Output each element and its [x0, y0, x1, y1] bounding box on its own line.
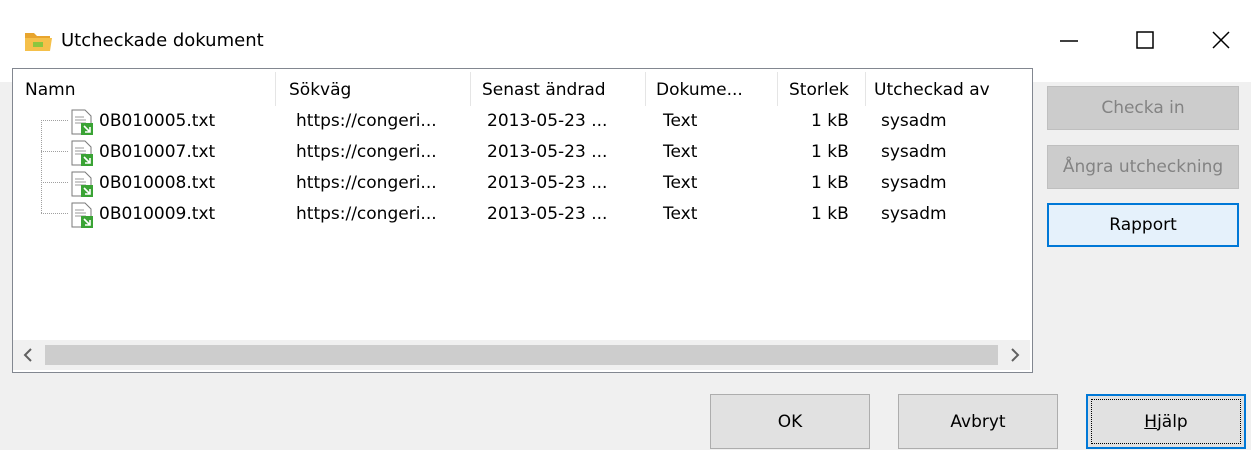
minimize-icon — [1060, 40, 1078, 42]
column-header-path[interactable]: Sökväg — [289, 79, 351, 101]
table-row[interactable]: 0B010005.txt https://congeri... 2013-05-… — [13, 106, 1032, 137]
scroll-left-button[interactable] — [13, 340, 43, 370]
report-label: Rapport — [1109, 215, 1177, 235]
undo-checkout-label: Ångra utcheckning — [1062, 157, 1224, 177]
text-document-icon — [71, 202, 93, 228]
cell-checked-out-by: sysadm — [881, 142, 947, 162]
table-row[interactable]: 0B010009.txt https://congeri... 2013-05-… — [13, 199, 1032, 230]
tree-connector — [41, 120, 68, 121]
cell-modified: 2013-05-23 ... — [487, 204, 608, 224]
cell-checked-out-by: sysadm — [881, 204, 947, 224]
text-document-icon — [71, 109, 93, 135]
cell-size: 1 kB — [811, 142, 849, 162]
cell-name: 0B010009.txt — [99, 204, 216, 224]
cell-type: Text — [663, 204, 698, 224]
minimize-button[interactable] — [1040, 14, 1098, 66]
column-header-modified[interactable]: Senast ändrad — [482, 79, 606, 101]
column-separator[interactable] — [777, 72, 778, 106]
cell-type: Text — [663, 173, 698, 193]
cell-name: 0B010008.txt — [99, 173, 216, 193]
column-separator[interactable] — [470, 72, 471, 106]
scroll-right-button[interactable] — [1000, 340, 1030, 370]
cell-modified: 2013-05-23 ... — [487, 142, 608, 162]
cancel-label: Avbryt — [950, 411, 1006, 432]
cell-name: 0B010005.txt — [99, 111, 216, 131]
cell-checked-out-by: sysadm — [881, 173, 947, 193]
tree-connector — [41, 182, 68, 183]
cell-path: https://congeri... — [296, 204, 437, 224]
chevron-right-icon — [1011, 348, 1020, 362]
close-button[interactable] — [1192, 14, 1250, 66]
chevron-left-icon — [23, 348, 32, 362]
dialog-window: Utcheckade dokument Namn Sökväg Senast ä… — [0, 0, 1251, 450]
close-icon — [1212, 31, 1230, 49]
column-separator[interactable] — [645, 72, 646, 106]
column-header-checked-out-by[interactable]: Utcheckad av — [874, 79, 990, 101]
table-row[interactable]: 0B010008.txt https://congeri... 2013-05-… — [13, 168, 1032, 199]
report-button[interactable]: Rapport — [1047, 203, 1239, 247]
column-header-size[interactable]: Storlek — [789, 79, 849, 101]
tree-connector — [41, 213, 68, 214]
cell-checked-out-by: sysadm — [881, 111, 947, 131]
maximize-icon — [1136, 31, 1154, 49]
window-title: Utcheckade dokument — [61, 30, 264, 51]
ok-label: OK — [777, 411, 803, 432]
cell-path: https://congeri... — [296, 111, 437, 131]
cell-modified: 2013-05-23 ... — [487, 111, 608, 131]
ok-button[interactable]: OK — [710, 394, 870, 449]
cancel-button[interactable]: Avbryt — [898, 394, 1058, 449]
check-in-label: Checka in — [1101, 98, 1185, 118]
column-header-name[interactable]: Namn — [25, 79, 75, 101]
cell-name: 0B010007.txt — [99, 142, 216, 162]
help-button[interactable]: Hjälp — [1086, 394, 1246, 449]
cell-size: 1 kB — [811, 173, 849, 193]
text-document-icon — [71, 171, 93, 197]
horizontal-scrollbar[interactable] — [13, 340, 1030, 370]
cell-size: 1 kB — [811, 204, 849, 224]
table-row[interactable]: 0B010007.txt https://congeri... 2013-05-… — [13, 137, 1032, 168]
check-in-button[interactable]: Checka in — [1047, 86, 1239, 130]
cell-type: Text — [663, 111, 698, 131]
column-separator[interactable] — [865, 72, 866, 106]
undo-checkout-button[interactable]: Ångra utcheckning — [1047, 145, 1239, 189]
focus-ring — [1091, 399, 1241, 444]
scrollbar-thumb[interactable] — [45, 345, 998, 365]
cell-path: https://congeri... — [296, 142, 437, 162]
cell-path: https://congeri... — [296, 173, 437, 193]
text-document-icon — [71, 140, 93, 166]
cell-type: Text — [663, 142, 698, 162]
cell-size: 1 kB — [811, 111, 849, 131]
tree-connector — [41, 151, 68, 152]
folder-icon — [25, 33, 52, 51]
column-separator[interactable] — [275, 72, 276, 106]
cell-modified: 2013-05-23 ... — [487, 173, 608, 193]
column-header-document-type[interactable]: Dokume... — [656, 79, 743, 101]
maximize-button[interactable] — [1116, 14, 1174, 66]
